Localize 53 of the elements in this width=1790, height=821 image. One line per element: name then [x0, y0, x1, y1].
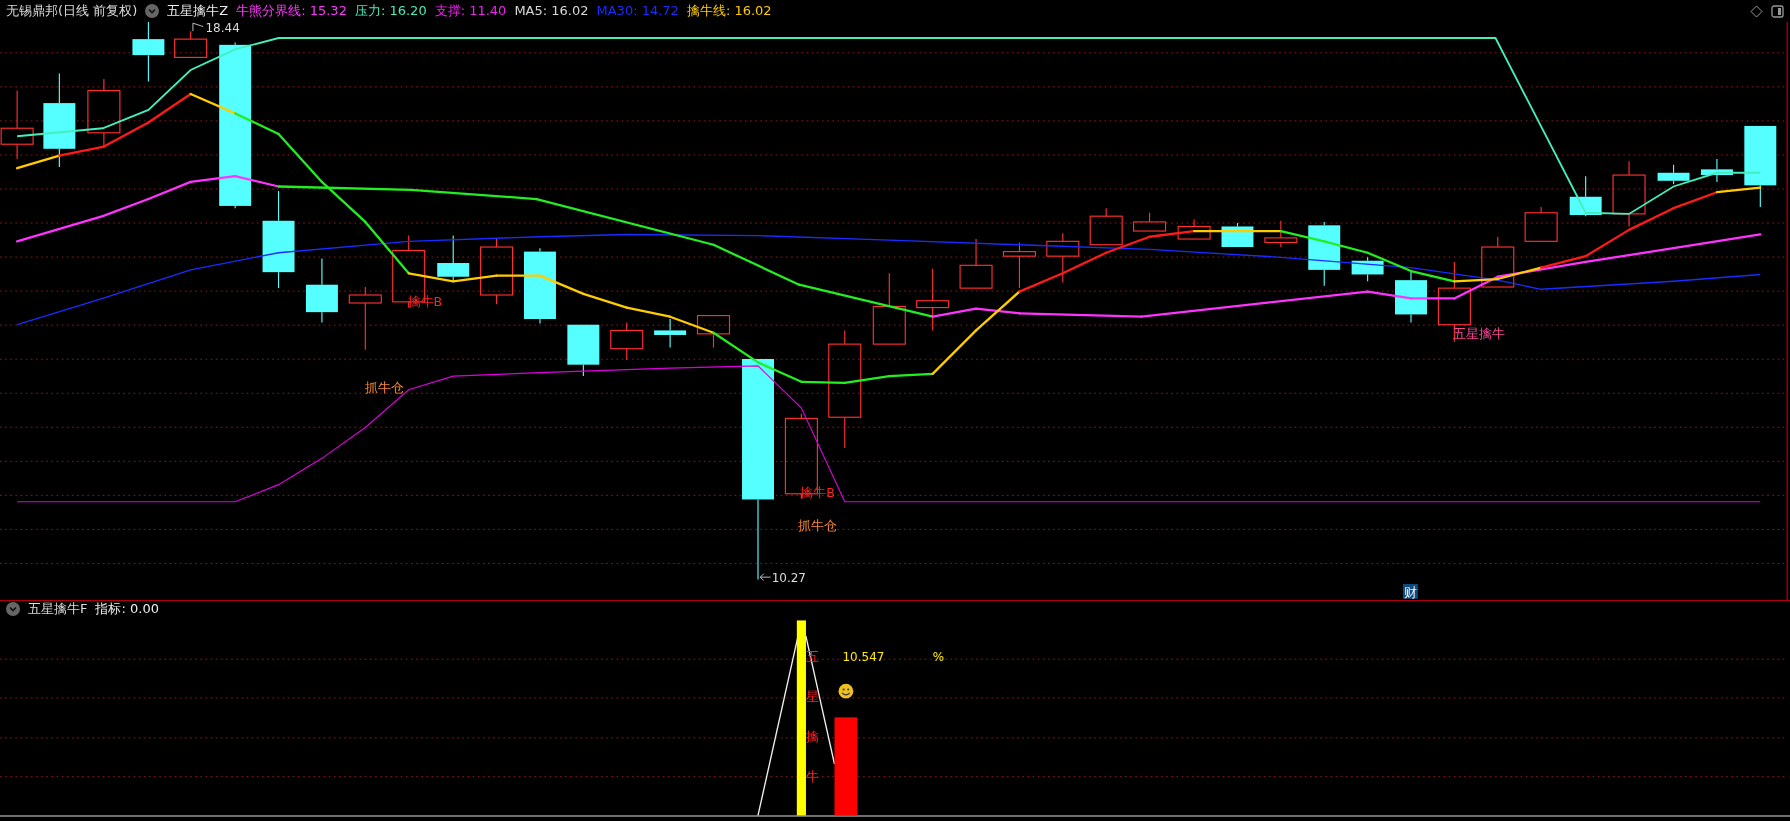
- candlestick: [305, 257, 338, 323]
- candlestick: [348, 286, 382, 351]
- indicator-name: 五星擒牛F: [28, 600, 88, 619]
- smiley-icon: [838, 683, 854, 699]
- percent-value: 10.547: [842, 650, 885, 665]
- candlestick: [1221, 222, 1254, 248]
- indicator-value: 支撑: 11.40: [434, 2, 507, 21]
- high-price-label: 18.44: [205, 22, 240, 36]
- indicator-name: 五星擒牛Z: [167, 2, 229, 21]
- candlestick: [1177, 219, 1211, 240]
- candlestick: [1089, 207, 1123, 246]
- pointer-arrow: [759, 573, 772, 582]
- candlestick: [1481, 236, 1515, 288]
- candlestick: [1569, 175, 1602, 217]
- candlestick: [1308, 221, 1341, 287]
- candlestick: [654, 318, 687, 349]
- candlestick: [0, 89, 34, 160]
- indicator-value: 牛熊分界线: 15.32: [236, 2, 347, 21]
- candlestick: [1133, 212, 1167, 232]
- percent-sign: %: [932, 650, 945, 665]
- diamond-icon[interactable]: [1750, 4, 1763, 18]
- candlestick: [959, 238, 993, 289]
- finance-badge[interactable]: 财: [1403, 584, 1418, 600]
- candlestick: [480, 238, 514, 305]
- candlestick: [916, 268, 950, 331]
- candlestick: [1700, 158, 1733, 183]
- candlestick: [87, 78, 121, 149]
- candlestick: [174, 30, 208, 58]
- candlestick: [132, 22, 165, 82]
- indicator-value: 擒牛线: 16.02: [686, 2, 772, 21]
- candlestick: [610, 321, 644, 361]
- candlestick: [567, 324, 600, 377]
- candlestick: [1612, 160, 1646, 228]
- candlestick: [1264, 220, 1298, 248]
- indicator-reading: 指标: 0.00: [95, 600, 159, 619]
- candlestick: [1046, 232, 1080, 283]
- candlestick: [1524, 206, 1558, 242]
- signal-label: 抓牛仓: [797, 518, 837, 534]
- candlestick: [1657, 164, 1690, 185]
- candlestick: [437, 235, 470, 281]
- security-title: 无锡鼎邦(日线 前复权): [6, 2, 138, 21]
- low-price-label: 10.27: [771, 570, 806, 585]
- candlestick: [1351, 256, 1384, 282]
- indicator-value: 压力: 16.20: [354, 2, 427, 21]
- indicator-value: MA30: 14.72: [596, 2, 679, 21]
- candlestick: [1395, 269, 1427, 323]
- chevron-down-icon[interactable]: [145, 4, 160, 18]
- candlestick: [696, 315, 731, 349]
- signal-label: 抓牛仓: [365, 380, 405, 396]
- candlestick: [1002, 241, 1036, 289]
- indicator-value: MA5: 16.02: [514, 2, 589, 21]
- chevron-down-icon[interactable]: [6, 602, 20, 616]
- panel-toggle-icon[interactable]: [1771, 4, 1784, 18]
